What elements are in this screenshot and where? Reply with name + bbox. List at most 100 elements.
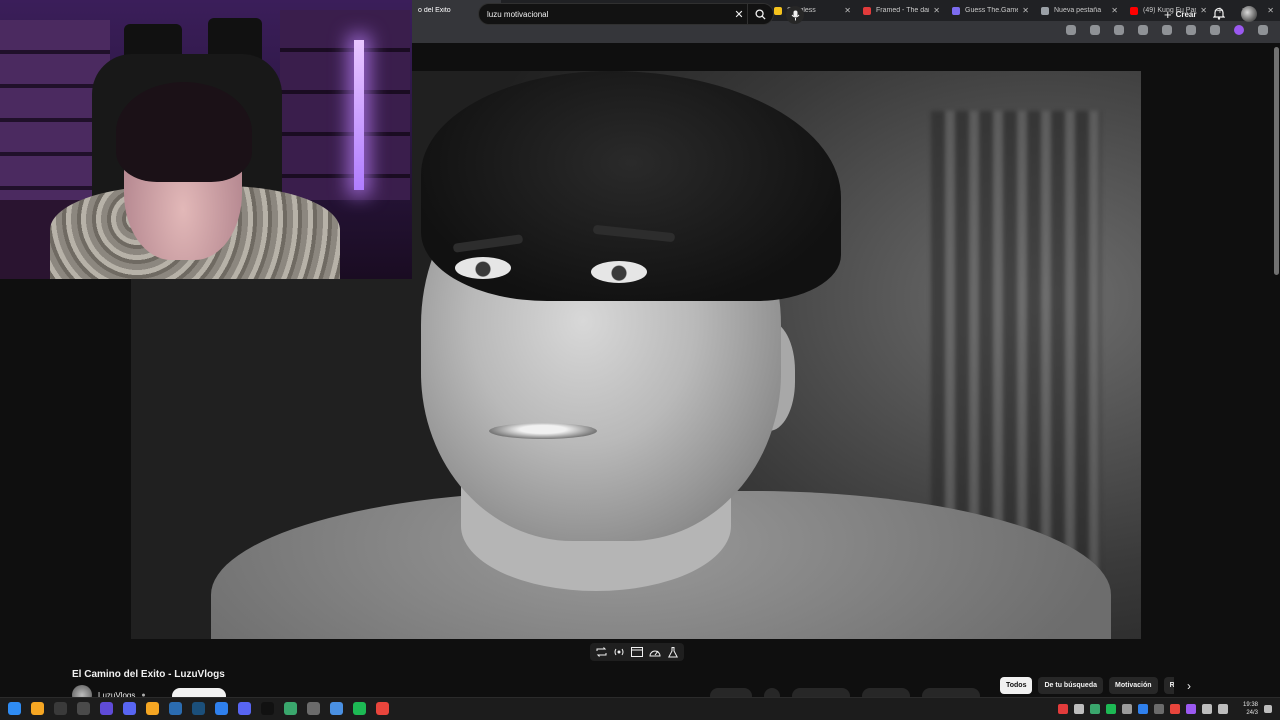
voice-search-button[interactable] [786,6,804,24]
system-tray [1058,704,1228,714]
screen: o del Exito✕El PODER de NO RE✕(99+) Jonl… [0,0,1280,720]
search-box: ✕ [478,3,774,25]
browser-tab[interactable]: Guess The.Game ®✕ [946,0,1035,21]
speedometer-icon [649,650,661,657]
tab-title: Framed - The daily [876,7,930,14]
browser-toolbar-icons [1066,25,1268,35]
notification-center-icon[interactable] [1264,705,1272,713]
system-clock[interactable]: 19:38 24/3 [1230,701,1258,717]
tiktok-icon[interactable] [261,702,274,715]
video-title: El Camino del Exito - LuzuVlogs [72,669,225,680]
extensions-puzzle-icon[interactable] [1162,25,1172,35]
miniplayer-button[interactable] [631,646,643,658]
extension-icon[interactable] [1138,25,1148,35]
tab-favicon-icon [1130,6,1138,15]
youtube-header [412,43,1280,71]
search-icon[interactable] [31,702,44,715]
cast-icon[interactable] [1066,25,1076,35]
close-tab-icon[interactable]: ✕ [1111,6,1118,15]
chrome-icon[interactable] [376,702,389,715]
app-icon-6[interactable] [169,702,182,715]
tray-icon[interactable] [1170,704,1180,714]
browser-tab[interactable]: Songless✕ [768,0,857,21]
tray-icon[interactable] [1154,704,1164,714]
tab-favicon-icon [863,6,871,15]
flask-icon [668,646,678,657]
webcam-led-light [354,40,364,190]
close-window-button[interactable]: ✕ [1267,6,1274,15]
close-tab-icon[interactable]: ✕ [844,6,851,15]
tray-icon[interactable] [1186,704,1196,714]
search-icon [755,8,766,20]
video-person-mouth [489,423,597,439]
browser-tab[interactable]: Nueva pestaña ✕ [1035,0,1124,21]
tab-title: Nueva pestaña [1054,7,1102,14]
filter-chip[interactable]: Motivación [1109,677,1158,694]
clock-time: 19:38 [1242,702,1258,708]
spotify-icon[interactable] [353,702,366,715]
close-tab-icon[interactable]: ✕ [1200,6,1207,15]
audio-track-button[interactable] [613,646,625,658]
create-button[interactable]: + Crear [1164,6,1197,22]
plus-icon: + [1164,6,1172,22]
side-panel-icon[interactable] [1210,25,1220,35]
tab-title: o del Exito [418,7,451,14]
page-scrollbar[interactable] [1273,43,1280,695]
tab-title: Guess The.Game ® [965,7,1019,14]
browser-tab[interactable]: Framed - The daily ✕ [857,0,946,21]
broadcast-icon [614,648,624,656]
tray-icon[interactable] [1090,704,1100,714]
notifications-button[interactable] [1212,7,1226,25]
app-icon-4[interactable] [123,702,136,715]
profile-icon[interactable] [1234,25,1244,35]
clock-date: 24/3 [1246,710,1258,716]
app-icon-10[interactable] [330,702,343,715]
tray-icon[interactable] [1074,704,1084,714]
chip-list: Todos De tu búsqueda Motivación Rela [1000,677,1174,694]
app-icon-9[interactable] [307,702,320,715]
search-button[interactable] [747,4,773,24]
app-icon-1[interactable] [54,702,67,715]
chips-next-button[interactable]: › [1181,678,1197,694]
filter-chip[interactable]: Todos [1000,677,1033,694]
filter-chip[interactable]: De tu búsqueda [1038,677,1103,694]
search-input[interactable] [479,9,731,19]
webcam-shelf-right [280,10,410,200]
app-icon-8[interactable] [284,702,297,715]
app-icon-2[interactable] [77,702,90,715]
menu-kebab-icon[interactable] [1258,25,1268,35]
miniplayer-icon [631,647,643,657]
close-tab-icon[interactable]: ✕ [1022,6,1029,15]
steam-icon[interactable] [192,702,205,715]
bookmark-star-icon[interactable] [1090,25,1100,35]
tab-favicon-icon [774,6,782,15]
windows-taskbar: 19:38 24/3 [0,697,1280,720]
filter-chip[interactable]: Rela [1163,677,1174,694]
wifi-icon[interactable] [1202,704,1212,714]
tray-icon[interactable] [1106,704,1116,714]
loop-icon [596,647,606,657]
discord-icon[interactable] [238,702,251,715]
clear-search-icon[interactable]: ✕ [731,8,747,21]
scrollbar-thumb[interactable] [1274,47,1279,275]
video-person-eye-right [591,261,647,283]
account-avatar[interactable] [1241,6,1257,22]
player-controls [590,643,684,661]
tray-icon[interactable] [1138,704,1148,714]
reading-list-icon[interactable] [1186,25,1196,35]
tray-icon[interactable] [1122,704,1132,714]
labs-button[interactable] [667,646,679,658]
volume-icon[interactable] [1218,704,1228,714]
extension-icon[interactable] [1114,25,1124,35]
create-label: Crear [1175,9,1197,19]
taskbar-apps [8,702,389,715]
app-icon-5[interactable] [146,702,159,715]
app-icon-3[interactable] [100,702,113,715]
app-icon-7[interactable] [215,702,228,715]
windows-start-icon[interactable] [8,702,21,715]
tray-icon[interactable] [1058,704,1068,714]
loop-button[interactable] [595,646,607,658]
close-tab-icon[interactable]: ✕ [933,6,940,15]
webcam-overlay [0,0,412,279]
speed-button[interactable] [649,646,661,658]
